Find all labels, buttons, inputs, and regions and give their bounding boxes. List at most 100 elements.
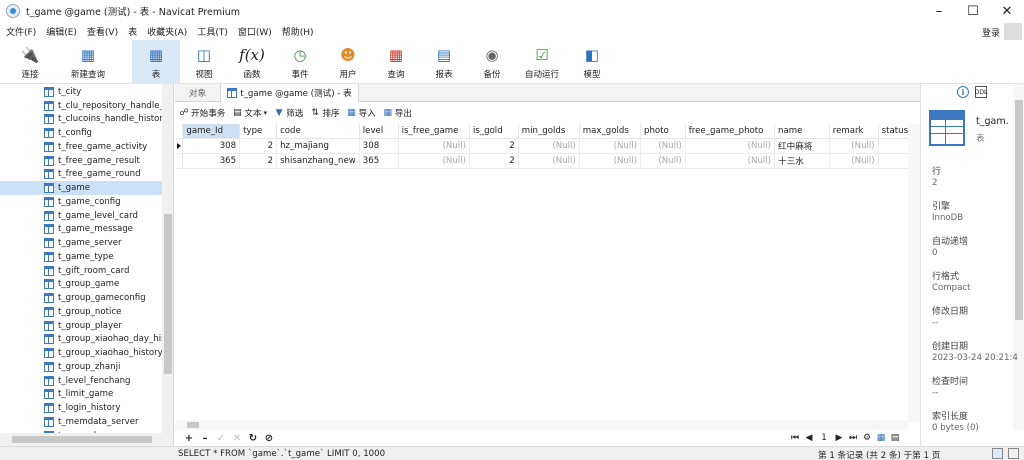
sidebar-item[interactable]: t_game_message: [44, 223, 162, 237]
menu-tools[interactable]: 工具(T): [191, 25, 232, 38]
toolbar-table-button[interactable]: ▦ 表: [132, 40, 180, 84]
avatar[interactable]: [1004, 23, 1022, 41]
row-selector[interactable]: [175, 138, 184, 154]
sidebar-item[interactable]: t_group_game: [44, 278, 162, 292]
sidebar-item[interactable]: t_login_history: [44, 401, 162, 415]
sidebar-item[interactable]: t_group_xiaohao_history: [44, 346, 162, 360]
table-row[interactable]: 308 2 hz_majiang 308 (Null) 2 (Null) (Null) (Nul…: [175, 138, 921, 154]
table-cell[interactable]: (Null): [685, 138, 776, 154]
sidebar-item[interactable]: t_group_zhanji: [44, 360, 162, 374]
grid-horizontal-scrollbar[interactable]: [175, 420, 908, 430]
toolbar-auto-run-button[interactable]: ☑ 自动运行: [516, 40, 568, 84]
sidebar-item[interactable]: t_group_xiaohao_day_histo: [44, 333, 162, 347]
sidebar-item[interactable]: t_limit_game: [44, 388, 162, 402]
page-number[interactable]: 1: [816, 433, 832, 443]
sidebar-item[interactable]: t_free_game_activity: [44, 140, 162, 154]
menu-edit[interactable]: 编辑(E): [40, 25, 81, 38]
table-cell[interactable]: (Null): [685, 153, 776, 169]
grid-status-button[interactable]: [992, 448, 1003, 459]
refresh-button[interactable]: ↻: [245, 433, 261, 444]
column-header[interactable]: remark: [829, 124, 879, 139]
table-cell[interactable]: (Null): [579, 138, 641, 154]
table-cell[interactable]: 365: [182, 153, 241, 169]
text-view-button[interactable]: ▤ 文本 ▾: [232, 107, 267, 119]
column-header[interactable]: code: [276, 124, 360, 139]
toolbar-function-button[interactable]: f(x) 函数: [228, 40, 276, 84]
form-status-button[interactable]: [1008, 448, 1019, 459]
sidebar-item[interactable]: t_city: [44, 85, 162, 99]
row-selector[interactable]: [175, 153, 184, 169]
apply-changes-button[interactable]: ✓: [213, 433, 229, 444]
menu-table[interactable]: 表: [122, 25, 141, 38]
menu-favorites[interactable]: 收藏夹(A): [141, 25, 191, 38]
table-cell[interactable]: shisanzhang_new: [276, 153, 360, 169]
toolbar-model-button[interactable]: ◧ 模型: [568, 40, 616, 84]
settings-gear-icon[interactable]: ⚙: [860, 433, 874, 443]
sidebar-item[interactable]: t_memdata_server: [44, 415, 162, 429]
column-header[interactable]: game_Id: [182, 124, 241, 139]
sidebar-item[interactable]: t_game: [0, 181, 162, 195]
toolbar-user-button[interactable]: ☻ 用户: [324, 40, 372, 84]
table-cell[interactable]: (Null): [640, 138, 686, 154]
panel-scroll-thumb[interactable]: [1015, 100, 1023, 320]
menu-file[interactable]: 文件(F): [0, 25, 40, 38]
tab-t-game[interactable]: t_game @game (测试) - 表: [220, 84, 359, 102]
menu-view[interactable]: 查看(V): [81, 25, 122, 38]
tab-objects[interactable]: 对象: [175, 84, 220, 102]
column-header[interactable]: is_free_game: [398, 124, 470, 139]
grid-hscroll-thumb[interactable]: [187, 422, 199, 428]
table-cell[interactable]: (Null): [518, 153, 580, 169]
column-header[interactable]: free_game_photo: [685, 124, 776, 139]
maximize-button[interactable]: ☐: [956, 0, 990, 22]
sidebar-item[interactable]: t_free_game_round: [44, 168, 162, 182]
first-page-button[interactable]: ⏮: [788, 433, 802, 443]
table-cell[interactable]: 365: [359, 153, 399, 169]
next-page-button[interactable]: ▶: [832, 433, 846, 443]
sidebar-item[interactable]: t_level_fenchang: [44, 374, 162, 388]
table-cell[interactable]: (Null): [518, 138, 580, 154]
import-button[interactable]: ▦ 导入: [347, 107, 375, 119]
sidebar-item[interactable]: t_gift_room_card: [44, 264, 162, 278]
column-header[interactable]: max_golds: [579, 124, 641, 139]
sidebar-item[interactable]: t_game_config: [44, 195, 162, 209]
toolbar-view-button[interactable]: ◫ 视图: [180, 40, 228, 84]
sidebar-item[interactable]: t_group_gameconfig: [44, 291, 162, 305]
column-header[interactable]: name: [774, 124, 830, 139]
column-header[interactable]: type: [239, 124, 278, 139]
sidebar-item[interactable]: t_game_server: [44, 236, 162, 250]
table-cell[interactable]: 308: [182, 138, 241, 154]
stop-button[interactable]: ⊘: [261, 433, 277, 444]
grid-view-button[interactable]: ▦: [874, 433, 888, 443]
info-icon[interactable]: i: [957, 86, 969, 98]
sidebar-item[interactable]: t_config: [44, 126, 162, 140]
sidebar-item[interactable]: t_game_type: [44, 250, 162, 264]
toolbar-event-button[interactable]: ◷ 事件: [276, 40, 324, 84]
sidebar-item[interactable]: t_group_notice: [44, 305, 162, 319]
prev-page-button[interactable]: ◀: [802, 433, 816, 443]
table-cell[interactable]: 2: [239, 153, 278, 169]
table-cell[interactable]: (Null): [579, 153, 641, 169]
ddl-icon[interactable]: DDL: [975, 86, 987, 98]
table-cell[interactable]: 2: [469, 138, 519, 154]
table-cell[interactable]: (Null): [829, 153, 879, 169]
minimize-button[interactable]: –: [922, 0, 956, 22]
sidebar-hscroll-thumb[interactable]: [12, 436, 152, 443]
discard-changes-button[interactable]: ✕: [229, 433, 245, 444]
toolbar-report-button[interactable]: ▤ 报表: [420, 40, 468, 84]
table-cell[interactable]: (Null): [640, 153, 686, 169]
add-record-button[interactable]: +: [181, 433, 197, 444]
table-cell[interactable]: (Null): [398, 138, 470, 154]
toolbar-connect-button[interactable]: 🔌 连接: [6, 40, 54, 84]
menu-help[interactable]: 帮助(H): [276, 25, 318, 38]
table-cell[interactable]: hz_majiang: [276, 138, 360, 154]
toolbar-new-query-button[interactable]: ▦ 新建查询: [62, 40, 114, 84]
close-button[interactable]: ✕: [990, 0, 1024, 22]
column-header[interactable]: min_golds: [518, 124, 580, 139]
sidebar-item[interactable]: t_clucoins_handle_history: [44, 113, 162, 127]
delete-record-button[interactable]: –: [197, 433, 213, 444]
table-cell[interactable]: 十三水: [774, 153, 830, 169]
last-page-button[interactable]: ⏭: [846, 433, 860, 443]
toolbar-query-button[interactable]: ▦ 查询: [372, 40, 420, 84]
table-cell[interactable]: (Null): [829, 138, 879, 154]
table-cell[interactable]: 2: [239, 138, 278, 154]
